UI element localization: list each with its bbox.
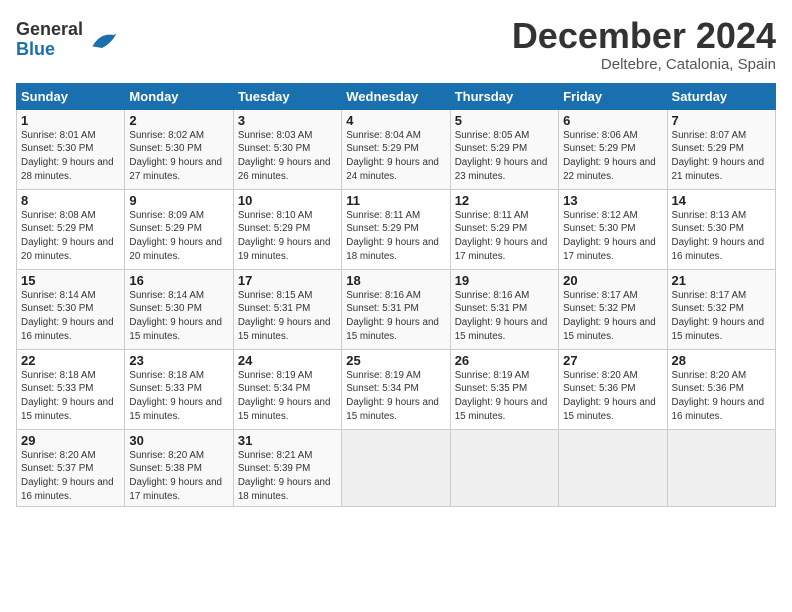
table-row: 17Sunrise: 8:15 AMSunset: 5:31 PMDayligh… [233, 269, 341, 349]
table-row [559, 429, 667, 507]
header-monday: Monday [125, 83, 233, 109]
table-row: 14Sunrise: 8:13 AMSunset: 5:30 PMDayligh… [667, 189, 775, 269]
table-row [450, 429, 558, 507]
logo-bird-icon [86, 24, 118, 56]
table-row: 23Sunrise: 8:18 AMSunset: 5:33 PMDayligh… [125, 349, 233, 429]
location-text: Deltebre, Catalonia, Spain [512, 56, 776, 73]
table-row: 2Sunrise: 8:02 AMSunset: 5:30 PMDaylight… [125, 109, 233, 189]
logo-line2: Blue [16, 39, 55, 59]
table-row: 7Sunrise: 8:07 AMSunset: 5:29 PMDaylight… [667, 109, 775, 189]
table-row: 12Sunrise: 8:11 AMSunset: 5:29 PMDayligh… [450, 189, 558, 269]
table-row: 24Sunrise: 8:19 AMSunset: 5:34 PMDayligh… [233, 349, 341, 429]
table-row: 15Sunrise: 8:14 AMSunset: 5:30 PMDayligh… [17, 269, 125, 349]
header-tuesday: Tuesday [233, 83, 341, 109]
table-row: 27Sunrise: 8:20 AMSunset: 5:36 PMDayligh… [559, 349, 667, 429]
logo-text: General Blue [16, 20, 83, 60]
month-title: December 2024 [512, 16, 776, 56]
table-row: 21Sunrise: 8:17 AMSunset: 5:32 PMDayligh… [667, 269, 775, 349]
table-row: 1Sunrise: 8:01 AMSunset: 5:30 PMDaylight… [17, 109, 125, 189]
table-row: 20Sunrise: 8:17 AMSunset: 5:32 PMDayligh… [559, 269, 667, 349]
table-row: 8Sunrise: 8:08 AMSunset: 5:29 PMDaylight… [17, 189, 125, 269]
page-container: General Blue December 2024 Deltebre, Cat… [0, 0, 792, 515]
table-row: 22Sunrise: 8:18 AMSunset: 5:33 PMDayligh… [17, 349, 125, 429]
table-row: 19Sunrise: 8:16 AMSunset: 5:31 PMDayligh… [450, 269, 558, 349]
table-row: 30Sunrise: 8:20 AMSunset: 5:38 PMDayligh… [125, 429, 233, 507]
logo-line1: General [16, 19, 83, 39]
table-row: 28Sunrise: 8:20 AMSunset: 5:36 PMDayligh… [667, 349, 775, 429]
logo: General Blue [16, 20, 118, 60]
calendar-table: Sunday Monday Tuesday Wednesday Thursday… [16, 83, 776, 508]
table-row: 31Sunrise: 8:21 AMSunset: 5:39 PMDayligh… [233, 429, 341, 507]
table-row: 9Sunrise: 8:09 AMSunset: 5:29 PMDaylight… [125, 189, 233, 269]
table-row: 26Sunrise: 8:19 AMSunset: 5:35 PMDayligh… [450, 349, 558, 429]
table-row: 4Sunrise: 8:04 AMSunset: 5:29 PMDaylight… [342, 109, 450, 189]
header: General Blue December 2024 Deltebre, Cat… [16, 16, 776, 73]
header-wednesday: Wednesday [342, 83, 450, 109]
table-row: 25Sunrise: 8:19 AMSunset: 5:34 PMDayligh… [342, 349, 450, 429]
table-row: 11Sunrise: 8:11 AMSunset: 5:29 PMDayligh… [342, 189, 450, 269]
title-area: December 2024 Deltebre, Catalonia, Spain [512, 16, 776, 73]
table-row: 18Sunrise: 8:16 AMSunset: 5:31 PMDayligh… [342, 269, 450, 349]
table-row: 6Sunrise: 8:06 AMSunset: 5:29 PMDaylight… [559, 109, 667, 189]
header-thursday: Thursday [450, 83, 558, 109]
table-row [342, 429, 450, 507]
table-row: 13Sunrise: 8:12 AMSunset: 5:30 PMDayligh… [559, 189, 667, 269]
weekday-header-row: Sunday Monday Tuesday Wednesday Thursday… [17, 83, 776, 109]
table-row: 3Sunrise: 8:03 AMSunset: 5:30 PMDaylight… [233, 109, 341, 189]
header-sunday: Sunday [17, 83, 125, 109]
table-row: 29Sunrise: 8:20 AMSunset: 5:37 PMDayligh… [17, 429, 125, 507]
table-row: 16Sunrise: 8:14 AMSunset: 5:30 PMDayligh… [125, 269, 233, 349]
table-row: 5Sunrise: 8:05 AMSunset: 5:29 PMDaylight… [450, 109, 558, 189]
table-row: 10Sunrise: 8:10 AMSunset: 5:29 PMDayligh… [233, 189, 341, 269]
header-saturday: Saturday [667, 83, 775, 109]
table-row [667, 429, 775, 507]
header-friday: Friday [559, 83, 667, 109]
